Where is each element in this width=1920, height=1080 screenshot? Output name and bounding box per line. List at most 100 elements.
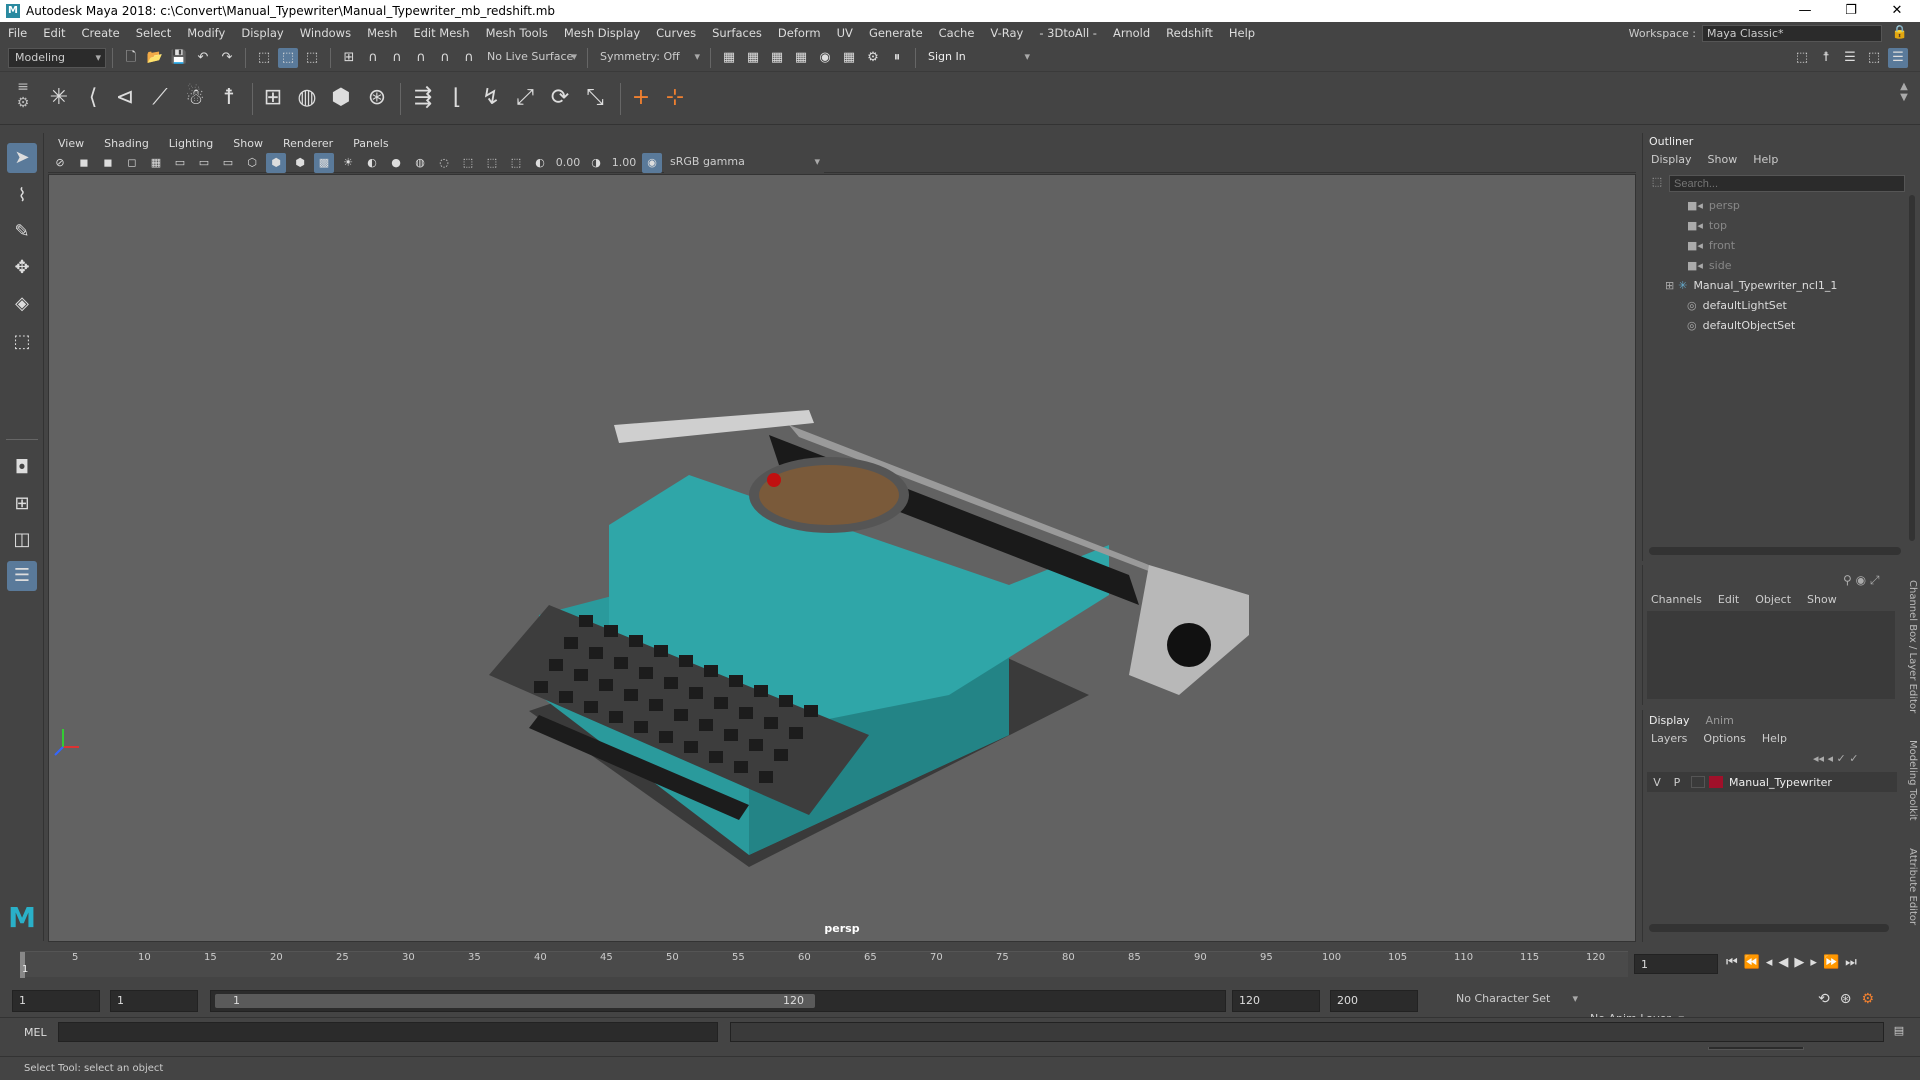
render-setup-icon[interactable]: ▦ [839,48,859,68]
viewport-menu-show[interactable]: Show [223,137,273,150]
select-tool-icon[interactable]: ➤ [7,143,37,173]
character-controls-icon[interactable]: ☨ [1816,48,1836,68]
step-back-key-icon[interactable]: ⏪ [1744,955,1760,970]
layer-visibility-toggle[interactable]: V [1647,776,1667,789]
select-component-icon[interactable]: ⬚ [302,48,322,68]
auto-key-icon[interactable]: ⊛ [1840,991,1852,1007]
shelf-joint-tool-icon[interactable]: ✳ [44,83,74,113]
menu-generate[interactable]: Generate [861,26,931,40]
menu-windows[interactable]: Windows [292,26,359,40]
outliner-item-front[interactable]: ■◂ front [1687,237,1735,255]
3d-viewport[interactable]: persp [48,174,1636,942]
play-backward-icon[interactable]: ◀ [1778,955,1788,970]
layer-tab-anim[interactable]: Anim [1706,714,1734,727]
ipr-render-icon[interactable]: ▦ [767,48,787,68]
new-scene-icon[interactable]: 🗋 [121,48,141,68]
wireframe-icon[interactable]: ⬡ [242,153,262,173]
viewport-menu-lighting[interactable]: Lighting [159,137,223,150]
hypershade-icon[interactable]: ◉ [815,48,835,68]
time-ruler[interactable]: 1 5 10 15 20 25 30 35 40 45 50 55 60 65 … [20,951,1628,978]
color-management-icon[interactable]: ◉ [642,152,662,173]
menu-curves[interactable]: Curves [648,26,704,40]
playback-end-field[interactable]: 120 [1232,990,1320,1012]
expand-icon[interactable]: ⊞ [1665,279,1674,292]
shelf-bind-skin-icon[interactable]: ⟋ [145,83,175,113]
bookmark-icon[interactable]: ◼ [98,153,118,173]
four-pane-layout-icon[interactable]: ⊞ [7,489,37,519]
xray-icon[interactable]: ▩ [314,152,334,173]
viewport-menu-panels[interactable]: Panels [343,137,398,150]
menu-3dtoall[interactable]: - 3DtoAll - [1031,26,1105,40]
outliner-item-top[interactable]: ■◂ top [1687,217,1727,235]
step-back-frame-icon[interactable]: ◂ [1766,955,1773,970]
motion-blur-icon[interactable]: ◍ [410,153,430,173]
xray-active-icon[interactable]: ⬚ [506,153,526,173]
film-gate-icon[interactable]: ▭ [170,153,190,173]
step-forward-frame-icon[interactable]: ▸ [1810,955,1817,970]
menu-display[interactable]: Display [233,26,291,40]
paint-select-tool-icon[interactable]: ✎ [7,217,37,247]
viewport-menu-view[interactable]: View [48,137,94,150]
pause-render-icon[interactable]: ⏸ [887,48,907,68]
menu-mesh-display[interactable]: Mesh Display [556,26,648,40]
snap-view-icon[interactable]: ∩ [411,48,431,68]
menu-create[interactable]: Create [74,26,128,40]
layer-menu-help[interactable]: Help [1754,732,1795,745]
outliner-item-typewriter[interactable]: ⊞ ✳ Manual_Typewriter_ncl1_1 [1665,277,1837,295]
channels-menu-channels[interactable]: Channels [1643,593,1710,606]
rotate-tool-icon[interactable]: ◈ [7,289,37,319]
shelf-wrap-icon[interactable]: ⬢ [326,83,356,113]
menu-file[interactable]: File [0,26,35,40]
workspace-dropdown[interactable]: Maya Classic* [1702,24,1882,42]
outliner-menu-show[interactable]: Show [1700,153,1746,171]
lasso-tool-icon[interactable]: ⌇ [7,181,37,211]
shelf-sculpt-icon[interactable]: ⊛ [362,83,392,113]
xray-joints-icon[interactable]: ⬚ [482,153,502,173]
outliner-layout-icon[interactable]: ☰ [7,561,37,591]
menu-edit-mesh[interactable]: Edit Mesh [405,26,477,40]
loop-icon[interactable]: ⟲ [1818,991,1830,1007]
menu-arnold[interactable]: Arnold [1105,26,1158,40]
live-surface-dropdown[interactable]: No Live Surface [481,47,581,68]
layer-menu-layers[interactable]: Layers [1643,732,1695,745]
playback-start-field[interactable]: 1 [110,990,198,1012]
shelf-constraint-icon[interactable]: ⇶ [408,83,438,113]
maximize-button[interactable]: ❐ [1828,0,1874,22]
redo-icon[interactable]: ↷ [217,48,237,68]
layer-color-swatch[interactable] [1709,776,1723,788]
scale-tool-icon[interactable]: ⬚ [7,327,37,357]
exposure-value[interactable]: 0.00 [552,156,584,169]
channel-box-icon[interactable]: ☰ [1888,48,1908,68]
shelf-group-icon[interactable]: ⊹ [660,83,690,113]
menu-vray[interactable]: V-Ray [982,26,1031,40]
menu-uv[interactable]: UV [829,26,861,40]
light-editor-icon[interactable]: ⚙ [863,48,883,68]
smooth-shade-icon[interactable]: ⬢ [266,152,286,173]
minimize-button[interactable]: — [1782,0,1828,22]
shelf-menu-icon[interactable]: ≡ ⚙ [14,79,32,119]
side-tab-channel-box[interactable]: Channel Box / Layer Editor [1907,580,1918,713]
shelf-aim-icon[interactable]: ⌊ [442,83,472,113]
channels-menu-object[interactable]: Object [1747,593,1799,606]
menu-cache[interactable]: Cache [931,26,983,40]
layer-name[interactable]: Manual_Typewriter [1729,776,1832,789]
go-to-end-icon[interactable]: ⏭ [1845,955,1857,970]
channels-menu-show[interactable]: Show [1799,593,1845,606]
color-space-dropdown[interactable]: sRGB gamma [664,152,824,173]
safe-action-icon[interactable]: ▭ [218,153,238,173]
outliner-h-scrollbar[interactable] [1649,547,1901,555]
scene-end-field[interactable]: 200 [1330,990,1418,1012]
shelf-humanik-icon[interactable]: ☃ [180,83,210,113]
filter-icon[interactable]: ⬚ [1649,175,1665,191]
layer-tab-display[interactable]: Display [1649,714,1690,727]
menu-redshift[interactable]: Redshift [1158,26,1221,40]
script-editor-icon[interactable]: ▤ [1890,1024,1908,1042]
time-slider[interactable]: 1 5 10 15 20 25 30 35 40 45 50 55 60 65 … [0,945,1920,985]
render-view-icon[interactable]: ▦ [719,48,739,68]
anim-prefs-icon[interactable]: ⚙ [1861,991,1874,1007]
snap-grid-icon[interactable]: ⊞ [339,48,359,68]
camera-select-icon[interactable]: ⊘ [50,153,70,173]
sign-in-dropdown[interactable]: Sign In [922,47,1034,68]
viewport-menu-renderer[interactable]: Renderer [273,137,343,150]
tool-settings-icon[interactable]: ⬚ [1864,48,1884,68]
